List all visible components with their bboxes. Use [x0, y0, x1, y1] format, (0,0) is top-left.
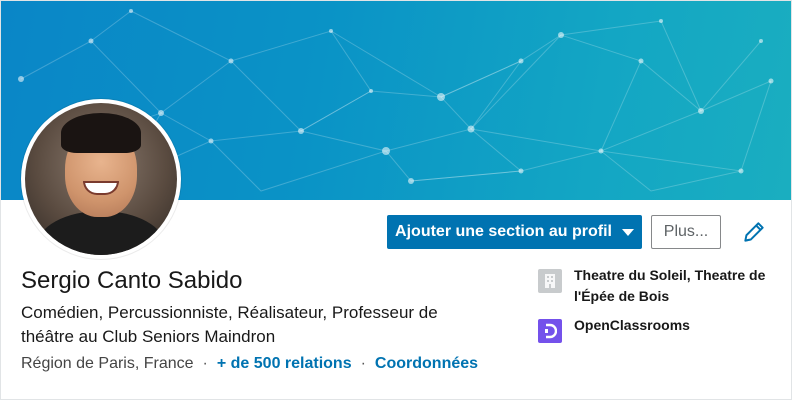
relations-link[interactable]: + de 500 relations — [217, 355, 352, 373]
organization-item-theatre[interactable]: Theatre du Soleil, Theatre de l'Épée de … — [538, 265, 778, 307]
building-icon — [538, 269, 562, 293]
avatar — [25, 103, 177, 255]
profile-headline: Comédien, Percussionniste, Réalisateur, … — [21, 303, 438, 346]
profile-card: Ajouter une section au profil Plus... Se… — [0, 0, 792, 400]
organization-name: OpenClassrooms — [574, 317, 690, 333]
more-button[interactable]: Plus... — [651, 215, 721, 249]
profile-organizations: Theatre du Soleil, Theatre de l'Épée de … — [538, 265, 778, 351]
openclassrooms-logo — [538, 319, 562, 343]
edit-pencil-icon[interactable] — [741, 219, 767, 245]
separator-dot: · — [360, 355, 366, 372]
profile-meta: Région de Paris, France · + de 500 relat… — [21, 355, 478, 373]
add-profile-section-button[interactable]: Ajouter une section au profil — [387, 215, 642, 249]
profile-location: Région de Paris, France — [21, 355, 194, 372]
add-profile-section-label: Ajouter une section au profil — [395, 223, 612, 240]
profile-name: Sergio Canto Sabido — [21, 267, 243, 294]
organization-name: Theatre du Soleil, Theatre de l'Épée de … — [574, 267, 766, 304]
caret-down-icon — [621, 228, 634, 236]
separator-dot: · — [202, 355, 208, 372]
profile-photo[interactable] — [21, 99, 181, 259]
organization-item-openclassrooms[interactable]: OpenClassrooms — [538, 315, 778, 343]
contact-info-link[interactable]: Coordonnées — [375, 355, 478, 373]
